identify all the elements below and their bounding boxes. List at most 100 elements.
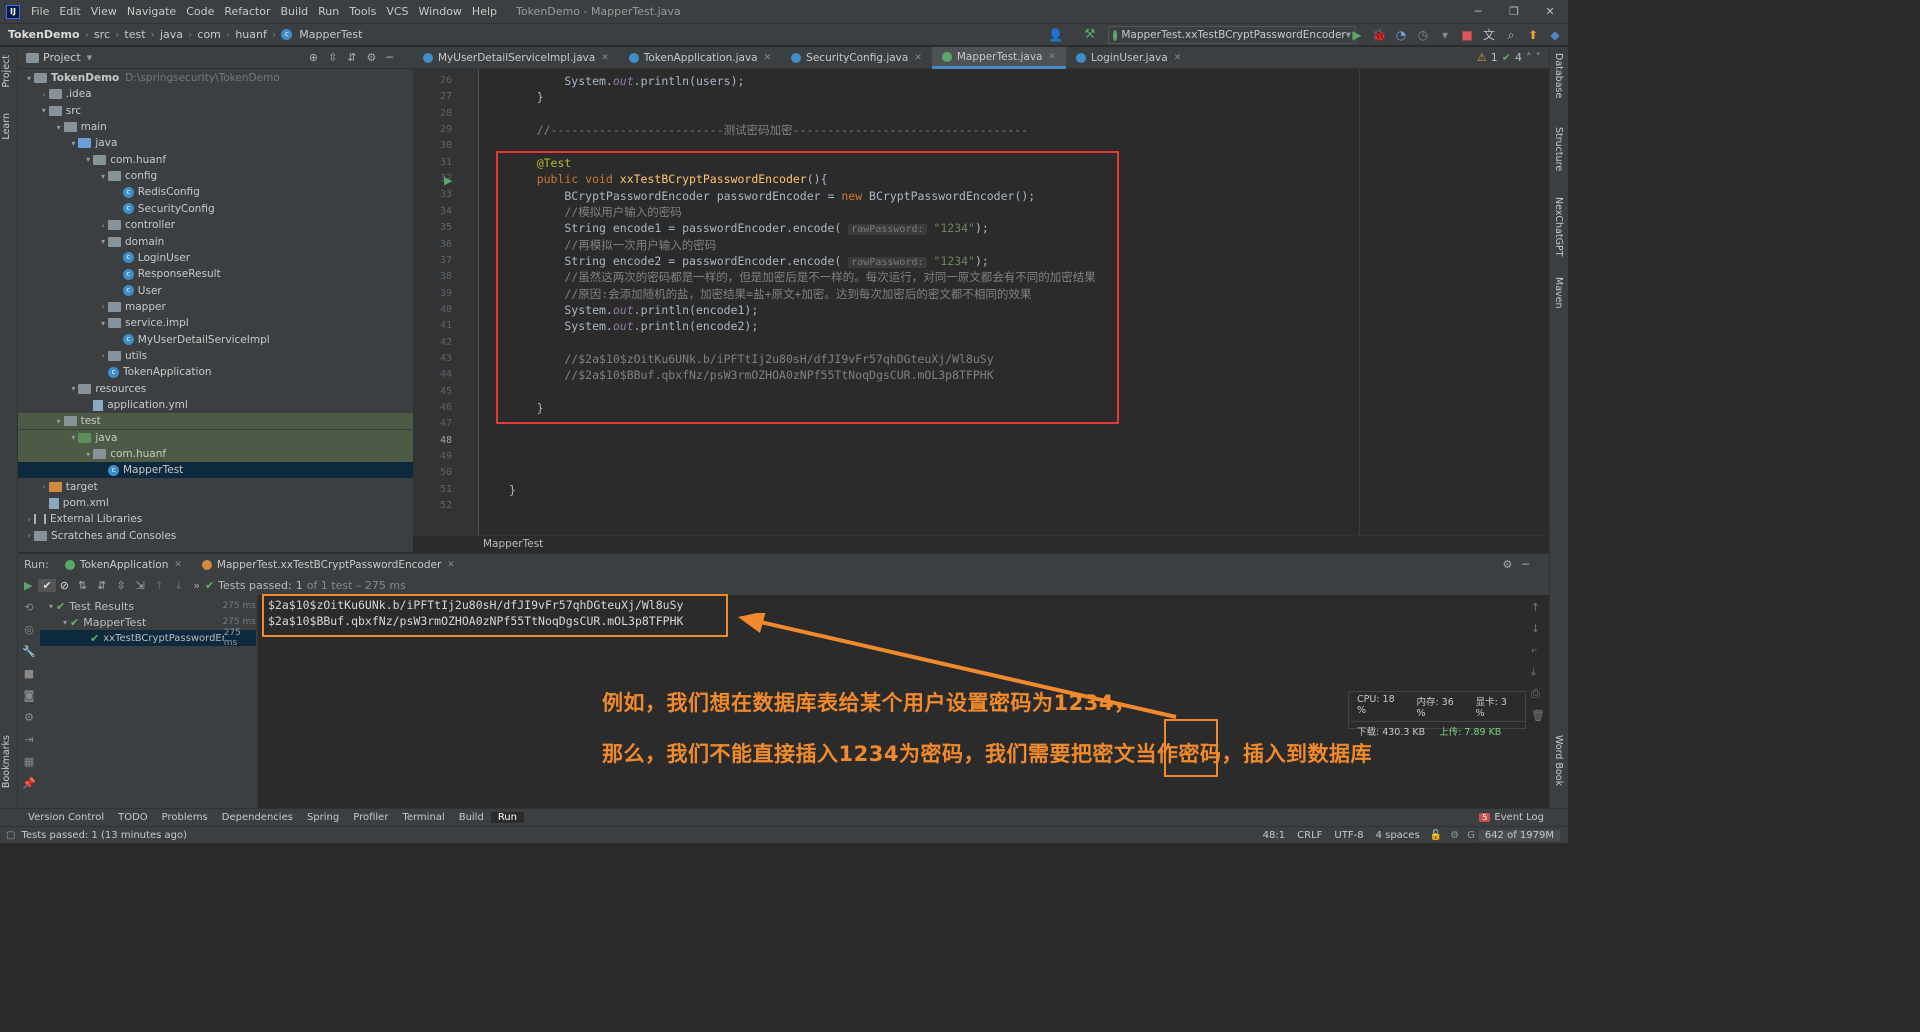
chevron-right-icon[interactable]: › (98, 302, 108, 311)
close-tab-icon[interactable]: ✕ (1174, 53, 1182, 63)
tree-item[interactable]: ▾ main (18, 119, 413, 135)
status-message[interactable]: Tests passed: 1 (13 minutes ago) (21, 830, 187, 841)
chevron-down-icon[interactable]: ▾ (98, 172, 108, 181)
tree-item[interactable]: c MapperTest (18, 462, 413, 479)
menu-code[interactable]: Code (181, 5, 219, 18)
tree-item[interactable]: ▾ service.impl (18, 315, 413, 331)
close-tab-icon[interactable]: ✕ (447, 560, 455, 570)
layout-icon[interactable]: ▦ (24, 755, 34, 768)
prev-failed-icon[interactable]: ↑ (150, 579, 169, 592)
tool-terminal[interactable]: Terminal (395, 812, 451, 823)
close-tab-icon[interactable]: ✕ (914, 53, 922, 63)
stop-icon[interactable]: ■ (1458, 26, 1476, 44)
tool-build[interactable]: Build (452, 812, 491, 823)
chevron-right-icon[interactable]: › (98, 351, 108, 360)
tree-item[interactable]: ▾ config (18, 168, 413, 184)
tree-item[interactable]: c ResponseResult (18, 266, 413, 282)
tab-myuserdetailserviceimpl[interactable]: MyUserDetailServiceImpl.java ✕ (413, 47, 619, 69)
more-icon[interactable]: » (188, 579, 205, 592)
side-tab-nexchatgpt[interactable]: NexChatGPT (1553, 197, 1564, 257)
menu-run[interactable]: Run (313, 5, 344, 18)
up-icon[interactable]: ↑ (1531, 601, 1545, 614)
side-tab-maven[interactable]: Maven (1553, 277, 1564, 309)
test-method-row[interactable]: ✔ xxTestBCryptPasswordEn 275 ms (40, 628, 256, 648)
scroll-end-icon[interactable]: ⤓ (1531, 665, 1545, 679)
show-ignored-icon[interactable]: ⊘ (56, 579, 73, 592)
menu-tools[interactable]: Tools (344, 5, 381, 18)
breadcrumb-com[interactable]: com (194, 28, 224, 41)
tree-item[interactable]: c RedisConfig (18, 184, 413, 200)
tool-dependencies[interactable]: Dependencies (215, 812, 300, 823)
debug-icon[interactable]: 🐞 (1370, 26, 1388, 44)
tree-item[interactable]: ▾ TokenDemo D:\springsecurity\TokenDemo (18, 70, 413, 86)
stop-icon[interactable]: ■ (24, 667, 34, 680)
tool-run[interactable]: Run (490, 812, 524, 823)
breadcrumb-src[interactable]: src (91, 28, 113, 41)
tree-item[interactable]: › .idea (18, 86, 413, 102)
memory-indicator[interactable]: 642 of 1979M (1478, 829, 1560, 841)
close-tab-icon[interactable]: ✕ (764, 53, 772, 63)
sort-alpha-icon[interactable]: ⇅ (73, 579, 92, 592)
run-icon[interactable]: ▶ (1348, 26, 1366, 44)
menu-help[interactable]: Help (467, 5, 502, 18)
git-icon[interactable]: ⚙ (1446, 830, 1463, 841)
menu-edit[interactable]: Edit (54, 5, 85, 18)
breadcrumb-project[interactable]: TokenDemo (0, 28, 83, 41)
tree-item[interactable]: c TokenApplication (18, 364, 413, 380)
breadcrumb-huanf[interactable]: huanf (232, 28, 270, 41)
sort-duration-icon[interactable]: ⇵ (92, 579, 111, 592)
collapse-all-icon[interactable]: ⇲ (131, 579, 150, 592)
run-panel-actions[interactable]: ⚙─ (1503, 558, 1539, 571)
side-tab-learn[interactable]: Learn (1, 113, 12, 140)
tree-item[interactable]: › Scratches and Consoles (18, 528, 413, 544)
tree-item[interactable]: ▾ domain (18, 234, 413, 250)
tree-item[interactable]: c LoginUser (18, 250, 413, 266)
jetbrains-icon[interactable]: ◆ (1546, 26, 1564, 44)
expand-all-icon[interactable]: ⇳ (111, 579, 130, 592)
side-tab-database[interactable]: Database (1553, 53, 1564, 98)
chevron-down-icon[interactable]: ▾ (54, 417, 64, 426)
tool-version-control[interactable]: Version Control (0, 812, 111, 823)
lock-icon[interactable]: 🔓 (1426, 830, 1446, 841)
chevron-down-icon[interactable]: ▾ (87, 51, 93, 64)
run-test-gutter-icon[interactable]: ▶ (444, 174, 452, 187)
tool-spring[interactable]: Spring (300, 812, 346, 823)
close-tab-icon[interactable]: ✕ (601, 53, 609, 63)
pin-icon[interactable]: 📌 (22, 777, 36, 790)
search-icon[interactable]: ⌕ (1502, 26, 1520, 44)
tree-item[interactable]: › External Libraries (18, 511, 413, 527)
close-tab-icon[interactable]: ✕ (174, 560, 182, 570)
rerun-failed-icon[interactable]: ⟲ (24, 601, 33, 614)
inspection-widget[interactable]: ⚠ 1 ✔ 4 ˄ ˅ (1477, 47, 1549, 68)
tree-item[interactable]: application.yml (18, 397, 413, 413)
side-tab-project[interactable]: Project (1, 55, 12, 88)
chevron-down-icon[interactable]: ˅ (1536, 51, 1542, 64)
chevron-down-icon[interactable]: ▾ (83, 155, 93, 164)
status-layout-icon[interactable]: ▢ (0, 830, 15, 841)
chevron-right-icon[interactable]: › (24, 531, 34, 540)
run-tab-mappertest[interactable]: MapperTest.xxTestBCryptPasswordEncoder ✕ (191, 553, 465, 576)
chevron-right-icon[interactable]: › (24, 515, 34, 524)
exit-icon[interactable]: ⇥ (24, 733, 33, 746)
tool-todo[interactable]: TODO (111, 812, 155, 823)
profile-icon[interactable]: ◷ (1414, 26, 1432, 44)
side-tab-structure[interactable]: Structure (1553, 127, 1564, 171)
tree-item[interactable]: ▾ resources (18, 381, 413, 397)
menu-file[interactable]: File (26, 5, 54, 18)
wrench-icon[interactable]: 🔧 (22, 645, 36, 658)
tab-tokenapplication[interactable]: TokenApplication.java ✕ (619, 47, 781, 69)
project-panel-title[interactable]: Project (43, 51, 81, 64)
update-icon[interactable]: ⬆ (1524, 26, 1542, 44)
rerun-icon[interactable]: ▶ (18, 579, 38, 592)
menu-navigate[interactable]: Navigate (122, 5, 181, 18)
minimize-icon[interactable]: ─ (1460, 0, 1496, 23)
chevron-up-icon[interactable]: ˄ (1526, 51, 1532, 64)
tree-item[interactable]: ▾ com.huanf (18, 446, 413, 463)
menu-vcs[interactable]: VCS (381, 5, 413, 18)
show-passed-icon[interactable]: ✔ (38, 578, 56, 592)
soft-wrap-icon[interactable]: ⤶ (1531, 643, 1545, 657)
close-icon[interactable]: ✕ (1532, 0, 1568, 23)
chevron-right-icon[interactable]: › (98, 221, 108, 230)
more-run-icon[interactable]: ▾ (1436, 26, 1454, 44)
line-separator[interactable]: CRLF (1291, 830, 1328, 841)
